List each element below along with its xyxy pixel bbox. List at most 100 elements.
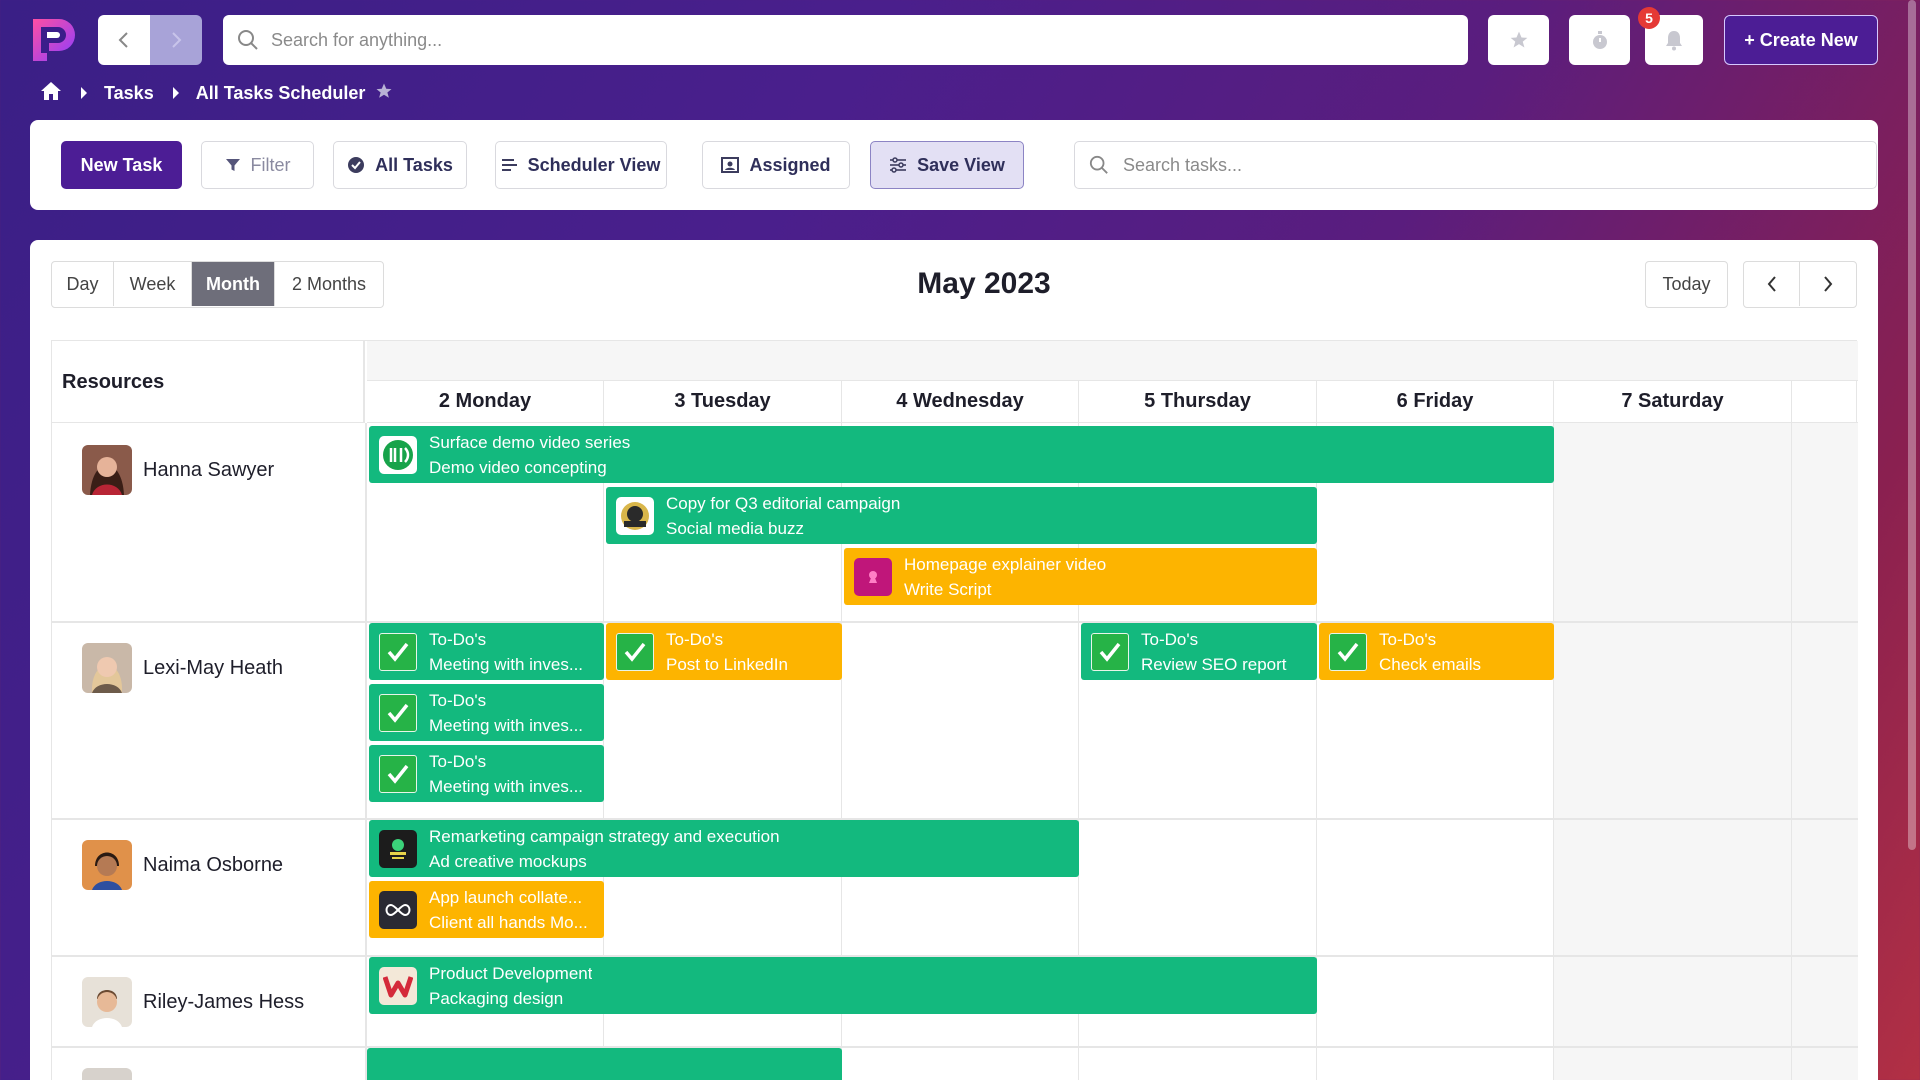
scheduler-view-label: Scheduler View xyxy=(527,154,661,175)
scheduler-view-button[interactable]: Scheduler View xyxy=(495,141,667,189)
bell-icon xyxy=(1666,31,1682,51)
project-thumbnail xyxy=(379,890,417,929)
search-icon xyxy=(1089,155,1108,174)
day-header: 2 Monday xyxy=(367,381,604,423)
resource-row[interactable] xyxy=(52,1048,365,1080)
task-event[interactable]: Remarketing campaign strategy and execut… xyxy=(369,820,1079,877)
home-icon[interactable] xyxy=(40,81,62,106)
top-bar: 5 + Create New xyxy=(0,0,1920,80)
breadcrumb: Tasks All Tasks Scheduler xyxy=(40,80,393,106)
forward-button[interactable] xyxy=(150,15,202,65)
event-text: To-Do's Meeting with inves... xyxy=(429,749,583,799)
view-month-button[interactable]: Month xyxy=(192,262,275,306)
event-text: To-Do's Check emails xyxy=(1379,627,1481,677)
view-2-months-button[interactable]: 2 Months xyxy=(275,262,383,306)
breadcrumb-separator-icon xyxy=(80,83,88,104)
avatar xyxy=(82,445,132,495)
favorites-button[interactable] xyxy=(1488,15,1549,65)
chevron-left-icon xyxy=(1767,276,1776,292)
stopwatch-icon xyxy=(1592,31,1607,49)
search-icon xyxy=(238,30,258,50)
today-button[interactable]: Today xyxy=(1645,261,1728,308)
project-thumbnail xyxy=(616,496,654,535)
page-scrollbar[interactable] xyxy=(1908,0,1916,850)
favorite-star-icon[interactable] xyxy=(375,82,393,105)
task-event[interactable]: Copy for Q3 editorial campaign Social me… xyxy=(606,487,1317,544)
task-event[interactable]: App launch collate... Client all hands M… xyxy=(369,881,604,938)
task-search[interactable] xyxy=(1074,141,1877,189)
event-text: Homepage explainer video Write Script xyxy=(904,552,1106,602)
task-event[interactable]: To-Do's Meeting with inves... xyxy=(369,684,604,741)
event-text: To-Do's Meeting with inves... xyxy=(429,627,583,677)
create-new-button[interactable]: + Create New xyxy=(1724,15,1878,65)
avatar xyxy=(82,840,132,890)
app-logo[interactable] xyxy=(29,15,79,65)
new-task-button[interactable]: New Task xyxy=(61,141,182,189)
filter-button[interactable]: Filter xyxy=(201,141,314,189)
event-title: To-Do's xyxy=(666,629,724,649)
event-subtitle: Demo video concepting xyxy=(429,457,607,477)
checkbox-checked-icon xyxy=(1329,632,1367,671)
task-event[interactable]: To-Do's Check emails xyxy=(1319,623,1554,680)
day-column-weekend xyxy=(1554,423,1792,1080)
project-thumbnail xyxy=(379,829,417,868)
project-thumbnail xyxy=(379,435,417,474)
task-search-input[interactable] xyxy=(1123,154,1823,176)
task-event[interactable]: Product Development Packaging design xyxy=(369,957,1317,1014)
day-header: 7 Saturday xyxy=(1554,381,1792,423)
task-event[interactable]: To-Do's Post to LinkedIn xyxy=(606,623,842,680)
day-header: 4 Wednesday xyxy=(842,381,1079,423)
all-tasks-button[interactable]: All Tasks xyxy=(333,141,467,189)
notification-badge: 5 xyxy=(1638,7,1660,29)
event-title: Surface demo video series xyxy=(429,432,631,452)
resource-row[interactable]: Hanna Sawyer xyxy=(52,425,365,495)
event-title: Copy for Q3 editorial campaign xyxy=(666,493,901,513)
assigned-board-icon xyxy=(721,157,740,173)
task-event[interactable]: To-Do's Review SEO report xyxy=(1081,623,1317,680)
event-title: Remarketing campaign strategy and execut… xyxy=(429,826,780,846)
day-header: 5 Thursday xyxy=(1079,381,1317,423)
event-title: To-Do's xyxy=(1141,629,1199,649)
global-search-input[interactable] xyxy=(271,29,1421,51)
event-text: To-Do's Meeting with inves... xyxy=(429,688,583,738)
sliders-icon xyxy=(890,157,907,173)
global-search[interactable] xyxy=(223,15,1468,65)
event-text: Product Development Packaging design xyxy=(429,961,592,1011)
event-subtitle: Meeting with inves... xyxy=(429,715,584,735)
view-day-button[interactable]: Day xyxy=(52,262,114,306)
event-subtitle: Write Script xyxy=(904,579,992,599)
event-subtitle: Check emails xyxy=(1379,654,1482,674)
next-period-button[interactable] xyxy=(1800,262,1856,306)
task-event[interactable] xyxy=(367,1048,842,1080)
view-week-button[interactable]: Week xyxy=(114,262,192,306)
project-thumbnail xyxy=(379,966,417,1005)
event-subtitle: Ad creative mockups xyxy=(429,851,587,871)
save-view-button[interactable]: Save View xyxy=(870,141,1024,189)
assigned-button[interactable]: Assigned xyxy=(702,141,850,189)
resource-row[interactable]: Naima Osborne xyxy=(52,820,365,890)
back-button[interactable] xyxy=(98,15,150,65)
breadcrumb-tasks[interactable]: Tasks xyxy=(104,83,154,104)
day-column-weekend xyxy=(1792,423,1858,1080)
checkbox-checked-icon xyxy=(616,632,654,671)
event-subtitle: Packaging design xyxy=(429,988,564,1008)
task-event[interactable]: To-Do's Meeting with inves... xyxy=(369,623,604,680)
event-title: To-Do's xyxy=(429,629,487,649)
history-nav xyxy=(98,15,202,65)
resource-row[interactable]: Riley-James Hess xyxy=(52,957,365,1027)
task-event[interactable]: Homepage explainer video Write Script xyxy=(844,548,1317,605)
task-event[interactable]: Surface demo video series Demo video con… xyxy=(369,426,1554,483)
breadcrumb-current: All Tasks Scheduler xyxy=(195,82,366,103)
event-text: App launch collate... Client all hands M… xyxy=(429,885,588,935)
timeline-header-band xyxy=(367,341,1858,381)
filter-icon xyxy=(225,159,240,171)
task-event[interactable]: To-Do's Meeting with inves... xyxy=(369,745,604,802)
event-text: Surface demo video series Demo video con… xyxy=(429,430,630,480)
event-text: Remarketing campaign strategy and execut… xyxy=(429,824,780,874)
timer-button[interactable] xyxy=(1569,15,1630,65)
previous-period-button[interactable] xyxy=(1744,262,1801,306)
resource-row[interactable]: Lexi-May Heath xyxy=(52,623,365,693)
event-subtitle: Meeting with inves... xyxy=(429,776,584,796)
all-tasks-label: All Tasks xyxy=(375,154,453,175)
event-title: To-Do's xyxy=(429,751,487,771)
